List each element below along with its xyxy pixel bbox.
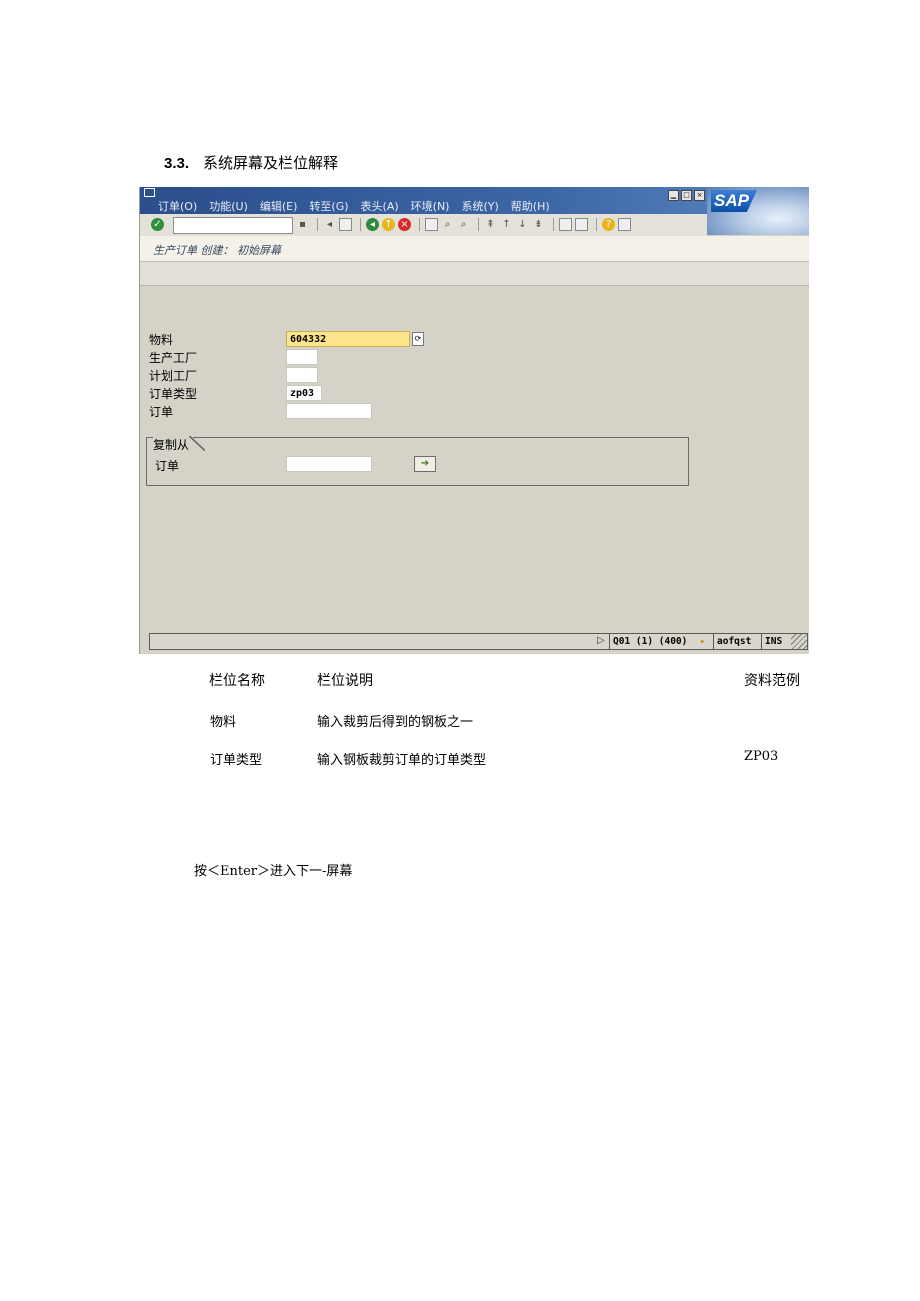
server-name: aofqst [713,634,751,649]
toolbar-separator [478,218,479,231]
enter-check-icon[interactable]: ✓ [151,218,164,231]
find-next-icon[interactable]: ⌕ [457,218,470,231]
find-icon[interactable]: ⌕ [441,218,454,231]
close-icon[interactable]: × [694,190,705,201]
row2-name: 订单类型 [210,753,263,768]
session-icon[interactable]: ▸ [697,634,706,649]
application-toolbar [140,262,809,286]
order-label: 订单 [149,405,174,419]
section-heading: 3.3. 系统屏幕及栏位解释 [164,152,338,173]
row1-desc: 输入裁剪后得到的钢板之一 [317,715,474,730]
menu-system[interactable]: 系统(Y) [461,198,498,214]
last-page-icon[interactable]: ⇟ [532,218,545,231]
back-arrow-icon[interactable]: ◂ [323,218,336,231]
help-icon[interactable]: ? [602,218,615,231]
logo-area: SAP [707,187,809,235]
layout-menu-icon[interactable] [618,218,631,231]
copy-order-button[interactable]: ➔ [414,456,436,472]
row2-example: ZP03 [744,749,779,764]
order-input[interactable] [286,403,372,419]
status-toggle-icon[interactable]: ▷ [597,635,605,646]
header-field-desc: 栏位说明 [317,673,373,689]
print-icon[interactable] [425,218,438,231]
order-type-input[interactable]: zp03 [286,385,322,401]
maximize-icon[interactable]: □ [681,190,692,201]
production-plant-input[interactable] [286,349,318,365]
enter-note: 按＜Enter＞进入下一-屏幕 [194,864,353,879]
window-buttons: ▁ □ × [668,190,705,201]
copy-order-label: 订单 [155,459,180,473]
resize-grip-icon[interactable] [791,634,807,649]
planning-plant-label: 计划工厂 [149,369,198,383]
toolbar-separator [553,218,554,231]
toolbar-separator [419,218,420,231]
material-label: 物料 [149,333,174,347]
menu-goto[interactable]: 转至(G) [309,198,348,214]
toolbar-separator [317,218,318,231]
command-history-icon[interactable]: ▪ [296,218,309,231]
shortcut-icon[interactable] [575,218,588,231]
header-field-name: 栏位名称 [209,673,265,689]
first-page-icon[interactable]: ⇞ [484,218,497,231]
back-icon[interactable]: ◂ [366,218,379,231]
save-icon[interactable] [339,218,352,231]
search-help-icon[interactable]: ⟳ [412,332,424,346]
status-bar: ▷ Q01 (1) (400) ▸ aofqst INS [149,633,808,650]
menu-header[interactable]: 表头(A) [361,198,399,214]
menu-function[interactable]: 功能(U) [209,198,248,214]
planning-plant-input[interactable] [286,367,318,383]
toolbar-separator [360,218,361,231]
copy-order-input[interactable] [286,456,372,472]
order-type-label: 订单类型 [149,387,198,401]
copy-from-group: 复制从 订单 ➔ [146,436,689,486]
menu-edit[interactable]: 编辑(E) [260,198,298,214]
new-session-icon[interactable] [559,218,572,231]
production-plant-label: 生产工厂 [149,351,198,365]
toolbar-icons: ▪ ◂ ◂ ↑ × ⌕ ⌕ ⇞ ↑ ↓ ⇟ ? [296,218,634,231]
material-input[interactable]: 604332 [286,331,410,347]
screen-title-bar: 生产订单 创建： 初始屏幕 [140,236,809,262]
section-title: 系统屏幕及栏位解释 [203,154,339,172]
system-menu-icon[interactable] [144,188,155,197]
menu-order[interactable]: 订单(O) [158,198,197,214]
screen-title: 生产订单 创建： 初始屏幕 [153,244,281,257]
standard-toolbar: ✓ ▪ ◂ ◂ ↑ × ⌕ ⌕ ⇞ ↑ ↓ ⇟ ? [140,214,707,237]
system-info: Q01 (1) (400) [609,634,687,649]
row2-desc: 输入钢板裁剪订单的订单类型 [317,753,487,768]
command-field[interactable] [173,217,293,234]
cancel-icon[interactable]: × [398,218,411,231]
insert-mode[interactable]: INS [761,634,782,649]
section-number: 3.3. [164,155,190,172]
toolbar-separator [596,218,597,231]
exit-icon[interactable]: ↑ [382,218,395,231]
menu-environment[interactable]: 环境(N) [411,198,450,214]
menu-bar: 订单(O) 功能(U) 编辑(E) 转至(G) 表头(A) 环境(N) 系统(Y… [158,198,562,214]
minimize-icon[interactable]: ▁ [668,190,679,201]
previous-page-icon[interactable]: ↑ [500,218,513,231]
copy-from-title: 复制从 [153,436,206,453]
sap-window: 订单(O) 功能(U) 编辑(E) 转至(G) 表头(A) 环境(N) 系统(Y… [139,187,809,654]
sap-logo: SAP [711,190,757,212]
row1-name: 物料 [210,715,237,730]
menu-help[interactable]: 帮助(H) [511,198,550,214]
header-example: 资料范例 [744,673,800,689]
next-page-icon[interactable]: ↓ [516,218,529,231]
